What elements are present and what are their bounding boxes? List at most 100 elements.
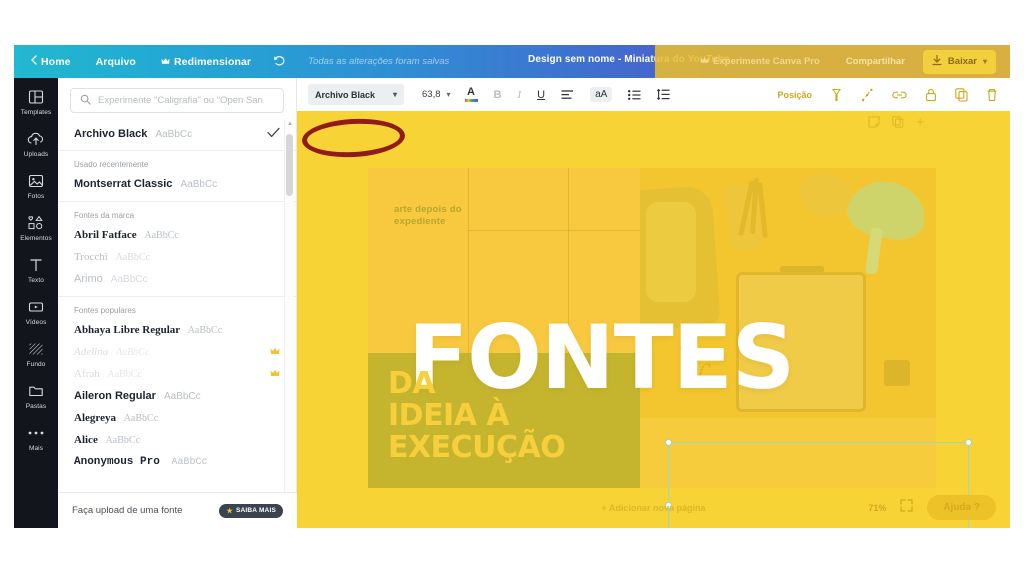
font-option-selected[interactable]: Archivo Black AaBbCc xyxy=(58,119,296,151)
resize-handle-top-right[interactable] xyxy=(965,439,972,446)
home-button[interactable]: Home xyxy=(30,55,71,68)
sidebar-item-mais[interactable]: Mais xyxy=(14,424,58,452)
zoom-level-label[interactable]: 71% xyxy=(868,503,886,513)
lock-icon[interactable] xyxy=(925,88,937,102)
sidebar-item-texto[interactable]: Texto xyxy=(14,256,58,284)
photo-object-tag xyxy=(884,360,910,386)
bullet-list-icon[interactable] xyxy=(628,89,641,100)
chevron-down-icon[interactable]: ▾ xyxy=(447,90,451,99)
app-frame: Home Arquivo Redimensionar Todas as alte… xyxy=(14,45,1010,528)
download-button[interactable]: Baixar ▾ xyxy=(922,49,996,74)
align-left-icon[interactable] xyxy=(561,89,574,100)
position-button[interactable]: Posição xyxy=(777,90,812,100)
group-label-brand: Fontes da marca xyxy=(74,211,135,220)
photo-object-lamp xyxy=(843,174,931,246)
top-actions: Experimente Canva Pro Compartilhar Baixa… xyxy=(700,45,1010,78)
font-option-name: Abril Fatface AaBbCc xyxy=(74,229,179,241)
editor-canvas-area: + ⅈ ℒ arte depois do expediente FONTES D… xyxy=(297,111,1010,528)
sidebar-item-templates[interactable]: Templates xyxy=(14,88,58,116)
font-option-abril-fatface[interactable]: Abril Fatface AaBbCc xyxy=(58,224,296,246)
font-option-aileron[interactable]: Aileron Regular AaBbCc xyxy=(58,385,296,407)
font-option-name: Afrah AaBbCc xyxy=(74,368,142,380)
scrollbar-thumb[interactable] xyxy=(286,134,293,196)
duplicate-page-icon[interactable] xyxy=(892,115,904,128)
font-option-afrah[interactable]: Afrah AaBbCc xyxy=(58,363,296,385)
resize-handle-top-left[interactable] xyxy=(665,439,672,446)
group-label-popular: Fontes populares xyxy=(74,306,136,315)
notes-icon[interactable] xyxy=(868,115,880,128)
font-option-alice[interactable]: Alice AaBbCc xyxy=(58,429,296,451)
font-option-name: Alice AaBbCc xyxy=(74,434,140,446)
more-dots-icon xyxy=(27,424,45,442)
canva-editor-window: Home Arquivo Redimensionar Todas as alte… xyxy=(0,0,1024,576)
line-spacing-icon[interactable] xyxy=(657,89,670,100)
trash-icon[interactable] xyxy=(986,88,998,102)
font-label: Aileron Regular xyxy=(74,390,156,402)
font-option-adelina[interactable]: Adelina AaBbCc xyxy=(58,341,296,363)
help-button[interactable]: Ajuda ? xyxy=(927,495,996,520)
font-option-name: Abhaya Libre Regular AaBbCc xyxy=(74,324,222,336)
font-family-dropdown[interactable]: Archivo Black ▾ xyxy=(308,84,404,105)
learn-more-badge[interactable]: ★ SAIBA MAIS xyxy=(219,503,283,518)
sidebar-item-fotos[interactable]: Fotos xyxy=(14,172,58,200)
sidebar-label: Uploads xyxy=(23,151,49,158)
font-label: Anonymous Pro xyxy=(74,456,160,468)
font-label: Trocchi xyxy=(74,251,108,263)
font-option-abhaya-libre[interactable]: Abhaya Libre Regular AaBbCc xyxy=(58,319,296,341)
font-option-alegreya[interactable]: Alegreya AaBbCc xyxy=(58,407,296,429)
sidebar-label: Texto xyxy=(27,277,45,284)
crown-icon xyxy=(700,56,709,67)
font-option-trocchi[interactable]: Trocchi AaBbCc xyxy=(58,246,296,268)
font-option-name: Adelina AaBbCc xyxy=(74,346,149,358)
chevron-down-icon[interactable]: ▾ xyxy=(983,57,987,66)
chevron-left-icon xyxy=(30,55,37,68)
sidebar-label: Templates xyxy=(20,109,52,116)
sidebar-label: Fotos xyxy=(27,193,45,200)
link-icon[interactable] xyxy=(892,89,907,101)
sidebar-item-elementos[interactable]: Elementos xyxy=(14,214,58,242)
font-sample: AaBbCc xyxy=(107,369,142,380)
font-option-montserrat[interactable]: Montserrat Classic AaBbCc xyxy=(58,173,296,195)
file-label: Arquivo xyxy=(95,55,136,68)
sidebar-item-pastas[interactable]: Pastas xyxy=(14,382,58,410)
upload-font-footer[interactable]: Faça upload de uma fonte ★ SAIBA MAIS xyxy=(58,492,297,528)
font-search-bar[interactable] xyxy=(70,88,284,113)
canvas-kicker-text[interactable]: arte depois do expediente xyxy=(394,204,462,228)
check-icon xyxy=(267,127,280,141)
italic-button[interactable]: I xyxy=(517,89,521,101)
shapes-icon xyxy=(27,214,45,232)
sidebar-item-fundo[interactable]: Fundo xyxy=(14,340,58,368)
undo-button[interactable] xyxy=(273,54,286,69)
resize-button[interactable]: Redimensionar xyxy=(161,56,251,68)
font-search-input[interactable] xyxy=(98,95,274,106)
undo-icon xyxy=(273,54,286,69)
sidebar-item-videos[interactable]: Vídeos xyxy=(14,298,58,326)
letter-case-button[interactable]: aA xyxy=(590,87,613,102)
duplicate-icon[interactable] xyxy=(955,87,968,102)
font-option-anonymous-pro[interactable]: Anonymous Pro AaBbCc xyxy=(58,451,296,473)
font-label: Adelina xyxy=(74,346,109,358)
badge-label: SAIBA MAIS xyxy=(235,507,276,514)
design-canvas[interactable]: ⅈ ℒ arte depois do expediente FONTES DA ID… xyxy=(368,168,936,488)
font-list-scrollbar[interactable]: ▲ ▼ xyxy=(284,120,293,526)
animate-icon[interactable] xyxy=(861,88,874,102)
file-menu-button[interactable]: Arquivo xyxy=(96,56,136,68)
font-option-arimo[interactable]: Arimo AaBbCc xyxy=(58,268,296,290)
expand-icon[interactable] xyxy=(900,498,913,517)
font-label: Alegreya xyxy=(74,412,116,424)
photo-object-paper-ball xyxy=(800,174,852,216)
try-canva-pro-button[interactable]: Experimente Canva Pro xyxy=(700,56,820,67)
transparency-icon[interactable] xyxy=(830,88,843,102)
sidebar-item-uploads[interactable]: Uploads xyxy=(14,130,58,158)
text-color-icon[interactable]: A xyxy=(464,87,478,102)
text-style-icons: A B I U aA xyxy=(464,87,671,102)
scroll-up-arrow[interactable]: ▲ xyxy=(287,121,293,127)
photo-icon xyxy=(28,172,44,190)
underline-button[interactable]: U xyxy=(537,89,545,101)
canvas-subline-text[interactable]: DA IDEIA À EXECUÇÃO xyxy=(388,368,566,464)
bold-button[interactable]: B xyxy=(494,89,502,101)
font-sample: AaBbCc xyxy=(155,129,193,140)
font-size-control[interactable]: 63,8 ▾ xyxy=(422,89,451,100)
share-button[interactable]: Compartilhar xyxy=(846,56,905,67)
add-page-icon[interactable]: + xyxy=(916,114,924,129)
